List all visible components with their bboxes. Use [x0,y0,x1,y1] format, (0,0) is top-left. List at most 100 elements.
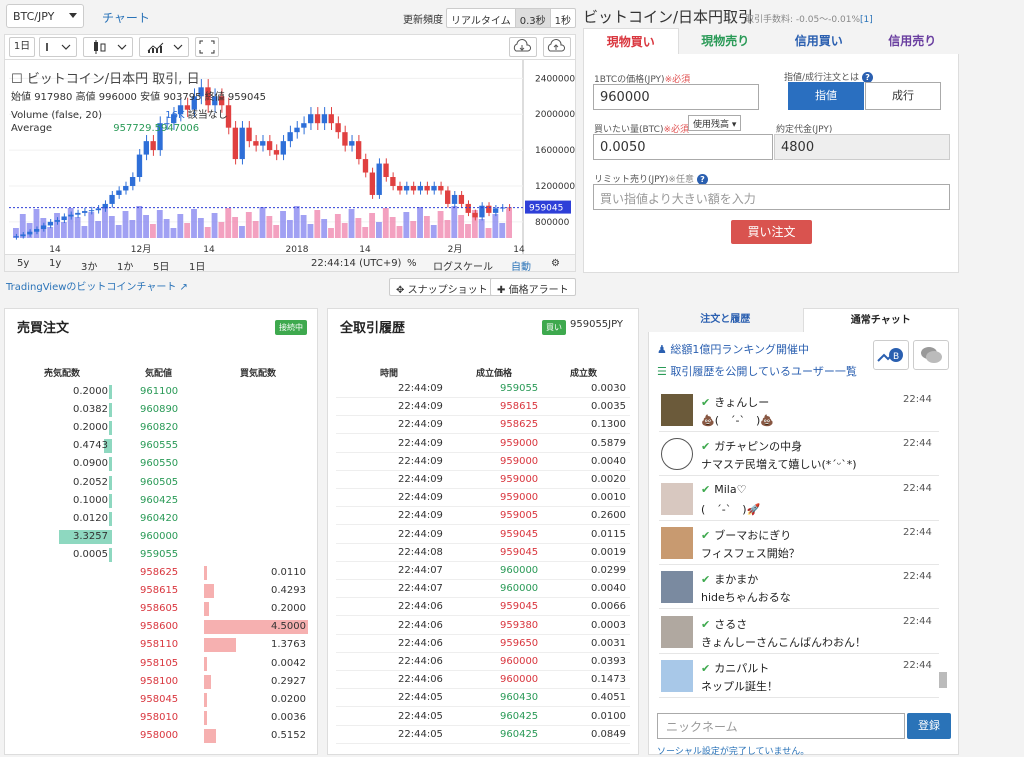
history-row: 22:44:06 959045 0.0066 [336,598,630,617]
candle [349,141,355,146]
update-option-0-3s[interactable]: 0.3秒 [514,9,550,27]
chart-nav-link[interactable]: チャート [102,9,150,26]
avatar[interactable] [661,482,693,515]
orderbook-row[interactable]: 958100 0.2927 [14,673,310,691]
candle [403,185,410,191]
pair-select[interactable]: BTC/JPY [6,4,84,28]
chat-username[interactable]: ✔ カニパルト [701,660,769,676]
volume-note: 該当なし [187,110,228,121]
candle-style-button[interactable] [83,37,133,57]
chat-time: 22:44 [903,526,932,538]
orderbook-row[interactable]: 0.0120 960420 [14,510,310,528]
orderbook-row[interactable]: 958045 0.0200 [14,691,310,709]
orderbook-row[interactable]: 0.4743 960555 [14,437,310,455]
trade-time: 22:44:09 [398,437,443,449]
auto-scale-toggle[interactable]: 自動 [511,258,531,273]
interval-menu-button[interactable] [39,37,77,57]
external-link-icon: ↗ [179,282,188,293]
orderbook-row[interactable]: 0.2000 961100 [14,383,310,401]
buy-order-button[interactable]: 買い注文 [731,220,812,244]
chat-text: ( ´-` )🚀 [701,502,761,516]
orderbook-row[interactable]: 0.0900 960550 [14,455,310,473]
orderbook-row[interactable]: 958615 0.4293 [14,582,310,600]
orderbook-row[interactable]: 958110 1.3763 [14,636,310,654]
update-option-realtime[interactable]: リアルタイム [447,9,515,27]
log-scale-toggle[interactable]: ログスケール [433,258,493,273]
orderbook-row[interactable]: 958000 0.5152 [14,727,310,745]
price-alert-button[interactable]: ✚ 価格アラート [490,278,576,296]
price-chart[interactable]: 800000 1200000 1600000 2000000 2400000 959045… [4,60,576,272]
bid-amount: 0.2927 [271,675,306,687]
chat-username[interactable]: ✔ ガチャピンの中身 [701,438,802,454]
history-row: 22:44:08 959045 0.0019 [336,544,630,562]
range-5d[interactable]: 5日 [153,258,169,273]
percent-toggle[interactable]: % [407,258,417,269]
range-5y[interactable]: 5y [17,258,29,269]
avatar[interactable] [661,659,693,692]
tab-orders-history[interactable]: 注文と履歴 [648,308,803,332]
orderbook-row[interactable]: 958105 0.0042 [14,655,310,673]
bitcoin-button[interactable]: B [873,340,909,370]
amount-input[interactable]: 0.0050 [593,134,773,160]
tab-chat[interactable]: 通常チャット [802,308,959,332]
limit-order-button[interactable]: 指値 [788,82,864,110]
chat-bubble-button[interactable] [913,340,949,370]
trade-time: 22:44:08 [398,546,443,558]
ranking-link[interactable]: ♟ 総額1億円ランキング開催中 [657,341,809,357]
gear-icon[interactable]: ⚙ [551,258,560,269]
candle [328,114,334,124]
tab-margin-buy[interactable]: 信用買い [772,28,866,54]
chat-username[interactable]: ✔ まかまか [701,571,758,587]
avatar[interactable] [661,526,693,559]
orderbook-row[interactable]: 958600 4.5000 [14,618,310,636]
avatar[interactable] [661,571,693,604]
tradingview-link[interactable]: TradingViewのビットコインチャート ↗ [6,278,188,293]
volume-bar [478,219,485,238]
indicators-button[interactable] [139,37,189,57]
chat-scrollbar[interactable] [939,672,947,688]
orderbook-row[interactable]: 958010 0.0036 [14,709,310,727]
chat-username[interactable]: ✔ ブーマおにぎり [701,527,791,543]
orderbook-row[interactable]: 0.1000 960425 [14,492,310,510]
chat-username[interactable]: ✔ きょんしー [701,394,769,410]
update-option-1s[interactable]: 1秒 [549,9,575,27]
chat-username[interactable]: ✔ さるさ [701,616,747,632]
fullscreen-button[interactable] [195,37,219,57]
chat-username[interactable]: ✔ Mila♡ [701,483,746,496]
candle [47,221,54,226]
orderbook-row[interactable]: 958605 0.2000 [14,600,310,618]
limit-sell-input[interactable]: 買い指値より大きい額を入力 [593,184,950,210]
range-3m[interactable]: 3か [81,258,97,273]
balance-select[interactable]: 使用残高 ▾ [688,115,742,131]
range-1m[interactable]: 1か [117,258,133,273]
register-button[interactable]: 登録 [907,713,951,739]
tab-spot-buy[interactable]: 現物買い [583,28,679,54]
chart-toolbar: 1日 [4,34,576,60]
candle [246,127,252,142]
tab-margin-sell[interactable]: 信用売り [866,28,960,54]
nickname-input[interactable]: ニックネーム [657,713,905,739]
market-order-button[interactable]: 成行 [865,82,941,110]
orderbook-row[interactable]: 0.0005 959055 [14,546,310,564]
avatar[interactable] [661,394,693,426]
public-users-link[interactable]: ☰ 取引履歴を公開しているユーザー一覧 [657,363,857,379]
range-1d[interactable]: 1日 [189,258,205,273]
interval-button[interactable]: 1日 [9,37,35,57]
orderbook-row[interactable]: 3.3257 960000 [14,528,310,546]
tab-spot-sell[interactable]: 現物売り [679,28,773,54]
orderbook-row[interactable]: 0.2052 960505 [14,474,310,492]
cloud-download-button[interactable] [509,37,537,57]
orderbook-row[interactable]: 0.2000 960820 [14,419,310,437]
range-1y[interactable]: 1y [49,258,61,269]
orderbook-row[interactable]: 0.0382 960890 [14,401,310,419]
orderbook-row[interactable]: 958625 0.0110 [14,564,310,582]
fee-link[interactable]: [1] [860,15,873,25]
price-input[interactable]: 960000 [593,84,759,110]
snapshot-button[interactable]: ✥ スナップショット [389,278,495,296]
history-row: 22:44:05 960430 0.4051 [336,689,630,708]
avatar[interactable] [661,615,693,648]
cloud-upload-button[interactable] [543,37,571,57]
average-value: 957729.5947006 [113,123,200,134]
x-tick-label: 12月 [131,244,151,254]
avatar[interactable] [661,438,693,471]
